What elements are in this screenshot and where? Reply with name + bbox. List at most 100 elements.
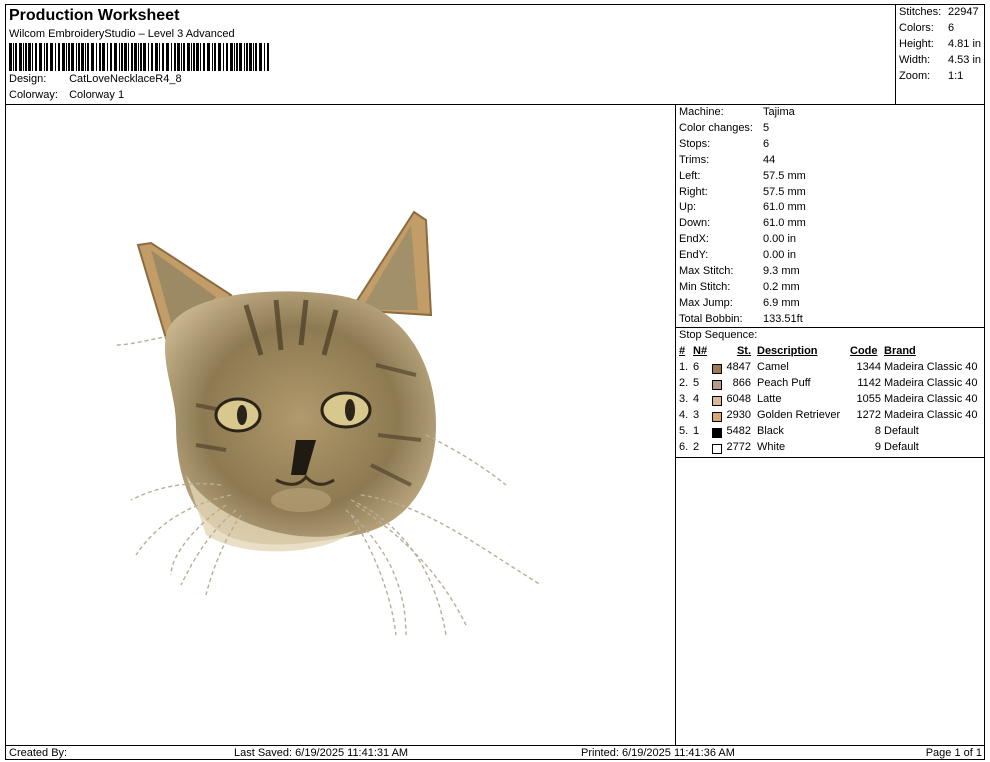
table-row: 2. 5 866 Peach Puff 1142 Madeira Classic 40: [676, 377, 985, 393]
machine-info-value: 9.3 mm: [763, 265, 800, 277]
machine-info-value: 0.00 in: [763, 249, 797, 262]
machine-info-key: Up:: [679, 201, 697, 214]
summary-stitches: Stitches: 22947: [899, 6, 979, 18]
machine-info-value: 5: [763, 121, 770, 134]
machine-info-value: 57.5 mm: [763, 185, 806, 198]
summary-zoom: Zoom: 1:1: [899, 70, 964, 82]
design-name: CatLoveNecklaceR4_8: [69, 73, 182, 85]
colorway-row: Colorway: Colorway 1: [9, 89, 124, 101]
machine-info-key: Min Stitch:: [679, 280, 731, 293]
row-description: Peach Puff: [757, 376, 811, 389]
machine-info-key: Color changes:: [679, 121, 753, 134]
row-code: 1344: [856, 361, 881, 373]
machine-info-row: Max Jump: 6.9 mm: [679, 297, 800, 309]
row-num: 2.: [679, 376, 689, 389]
machine-info-key: Max Jump:: [679, 296, 733, 309]
machine-info-row: Left: 57.5 mm: [679, 170, 806, 182]
worksheet-footer: Created By: Last Saved: 6/19/2025 11:41:…: [6, 745, 985, 760]
color-swatch: [712, 364, 722, 374]
colorway-label: Colorway:: [9, 89, 58, 101]
stop-sequence-label: Stop Sequence:: [679, 329, 758, 341]
row-brand: Default: [884, 424, 919, 437]
page-title: Production Worksheet: [9, 7, 180, 24]
cat-embroidery-image: [115, 210, 542, 636]
machine-info-value: 57.5 mm: [763, 169, 806, 182]
color-swatch: [712, 427, 722, 438]
machine-info-row: Machine: Tajima: [679, 106, 795, 118]
machine-info-key: Max Stitch:: [679, 265, 734, 277]
row-stitches: 2772: [726, 440, 751, 453]
machine-info-key: Down:: [679, 217, 711, 230]
row-num: 3.: [679, 392, 689, 405]
row-brand: Madeira Classic 40: [884, 408, 978, 421]
row-num: 1.: [679, 361, 689, 373]
summary-height: Height: 4.81 in: [899, 38, 982, 50]
color-swatch: [712, 395, 722, 406]
row-code: 8: [874, 424, 881, 437]
software-name: Wilcom EmbroideryStudio – Level 3 Advanc…: [9, 28, 235, 40]
table-row: 4. 3 2930 Golden Retriever 1272 Madeira Class…: [676, 409, 985, 425]
row-stitches: 866: [732, 376, 751, 389]
summary-width: Width: 4.53 in: [899, 54, 982, 66]
row-num: 4.: [679, 408, 689, 421]
machine-info-value: 6.9 mm: [763, 296, 800, 309]
row-num: 6.: [679, 440, 689, 453]
machine-info-row: Min Stitch: 0.2 mm: [679, 281, 800, 293]
machine-info-row: Up: 61.0 mm: [679, 201, 806, 213]
machine-info-key: Stops:: [679, 137, 711, 150]
machine-info-value: 133.51ft: [763, 312, 803, 325]
row-num: 5.: [679, 424, 689, 437]
machine-info-key: Right:: [679, 185, 708, 198]
machine-info-value: Tajima: [763, 106, 795, 118]
machine-info-key: Left:: [679, 169, 701, 182]
machine-info-row: Stops: 6: [679, 138, 769, 150]
table-row: 6. 2 2772 White 9 Default: [676, 441, 985, 457]
row-stitches: 4847: [726, 361, 751, 373]
summary-panel: Stitches: 22947 Colors: 6 Height: 4.81 in W…: [896, 5, 985, 105]
page-number: Page 1 of 1: [925, 747, 982, 759]
color-swatch: [712, 411, 722, 422]
row-description: White: [757, 440, 786, 453]
row-brand: Madeira Classic 40: [884, 376, 978, 389]
machine-info-key: EndX:: [679, 233, 709, 246]
row-brand: Madeira Classic 40: [884, 361, 978, 373]
machine-info-value: 61.0 mm: [763, 201, 806, 214]
machine-info-value: 44: [763, 153, 776, 166]
row-description: Golden Retriever: [757, 408, 841, 421]
summary-colors: Colors: 6: [899, 22, 955, 34]
worksheet-header: Production Worksheet Wilcom EmbroiderySt…: [6, 5, 896, 105]
divider: [676, 457, 985, 458]
machine-info-key: Trims:: [679, 153, 710, 166]
machine-info-row: Color changes: 5: [679, 122, 769, 134]
design-row: Design: CatLoveNecklaceR4_8: [9, 73, 182, 85]
machine-info-row: EndY: 0.00 in: [679, 249, 796, 261]
row-needle: 5: [693, 376, 700, 389]
row-code: 1055: [856, 392, 881, 405]
printed-date: Printed: 6/19/2025 11:41:36 AM: [581, 747, 735, 759]
design-preview: [6, 105, 676, 745]
row-stitches: 5482: [726, 424, 751, 437]
table-row: 1. 6 4847 Camel 1344 Madeira Classic 40: [676, 361, 985, 377]
created-by: Created By:: [9, 747, 68, 759]
row-description: Camel: [757, 361, 789, 373]
machine-info-row: Total Bobbin: 133.51ft: [679, 313, 803, 325]
machine-info-row: Down: 61.0 mm: [679, 217, 806, 229]
table-row: 5. 1 5482 Black 8 Default: [676, 425, 985, 441]
row-code: 1142: [857, 376, 881, 389]
worksheet-frame: Production Worksheet Wilcom EmbroiderySt…: [5, 4, 985, 760]
machine-info-value: 6: [763, 137, 770, 150]
machine-info-value: 0.2 mm: [763, 280, 800, 293]
stop-table-header: # N# St. Description Code Brand: [676, 345, 985, 361]
col-stitches: St.: [736, 345, 751, 357]
machine-info-key: EndY:: [679, 249, 709, 262]
row-needle: 3: [693, 408, 700, 421]
machine-info-key: Machine:: [679, 106, 724, 118]
machine-info-row: Trims: 44: [679, 154, 775, 166]
colorway-name: Colorway 1: [69, 89, 125, 101]
divider: [676, 327, 985, 328]
last-saved: Last Saved: 6/19/2025 11:41:31 AM: [234, 747, 409, 759]
col-code: Code: [850, 345, 878, 357]
machine-info-row: EndX: 0.00 in: [679, 233, 796, 245]
design-label: Design:: [9, 73, 47, 85]
machine-info-key: Total Bobbin:: [679, 312, 743, 325]
